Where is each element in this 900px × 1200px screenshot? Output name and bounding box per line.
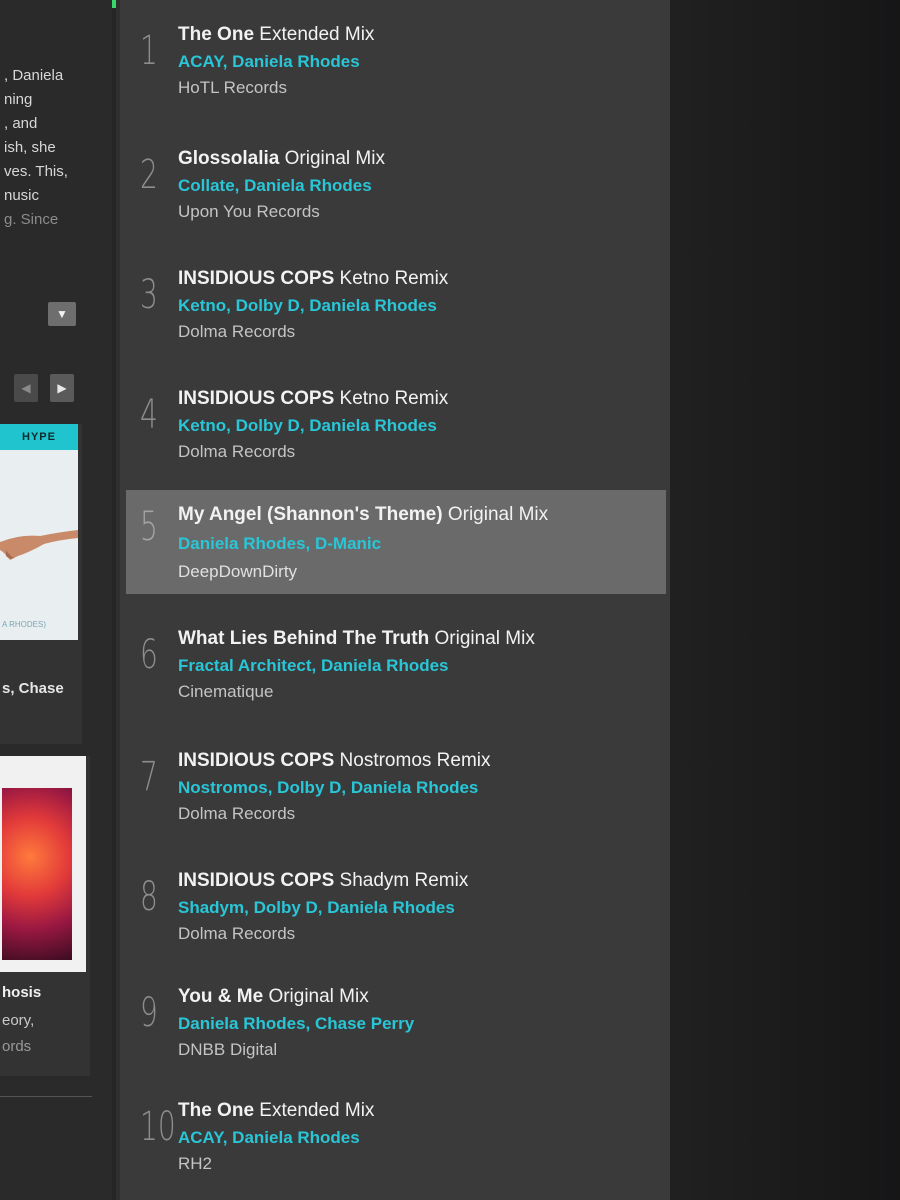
track-row[interactable]: 7 INSIDIOUS COPS Nostromos Remix Nostrom… bbox=[126, 748, 666, 848]
chevron-down-icon: ▼ bbox=[56, 307, 68, 321]
divider bbox=[0, 1096, 92, 1097]
track-artists[interactable]: Nostromos, Dolby D, Daniela Rhodes bbox=[178, 778, 478, 798]
bio-line: ves. This, bbox=[4, 163, 68, 180]
track-label[interactable]: HoTL Records bbox=[178, 78, 287, 98]
track-row[interactable]: 6 What Lies Behind The Truth Original Mi… bbox=[126, 626, 666, 726]
release-artwork: HYPE A RHODES) bbox=[0, 424, 78, 640]
track-artists[interactable]: ACAY, Daniela Rhodes bbox=[178, 52, 360, 72]
track-title[interactable]: You & Me Original Mix bbox=[178, 986, 369, 1008]
track-artists[interactable]: Fractal Architect, Daniela Rhodes bbox=[178, 656, 449, 676]
track-title[interactable]: The One Extended Mix bbox=[178, 1100, 374, 1122]
track-row[interactable]: 10 The One Extended Mix ACAY, Daniela Rh… bbox=[126, 1098, 666, 1198]
track-label[interactable]: Cinematique bbox=[178, 682, 273, 702]
track-artists[interactable]: Ketno, Dolby D, Daniela Rhodes bbox=[178, 416, 437, 436]
release-card[interactable]: HYPE A RHODES) s, Chase bbox=[0, 424, 82, 744]
bio-line: ning bbox=[4, 91, 33, 108]
track-title[interactable]: INSIDIOUS COPS Ketno Remix bbox=[178, 268, 448, 290]
track-row[interactable]: 3 INSIDIOUS COPS Ketno Remix Ketno, Dolb… bbox=[126, 266, 666, 366]
artist-sidebar: , Daniela ning , and ish, she ves. This,… bbox=[0, 0, 112, 1200]
track-artists[interactable]: Daniela Rhodes, D-Manic bbox=[178, 534, 381, 554]
track-artists[interactable]: Collate, Daniela Rhodes bbox=[178, 176, 372, 196]
track-artists[interactable]: ACAY, Daniela Rhodes bbox=[178, 1128, 360, 1148]
track-number: 9 bbox=[140, 990, 158, 1036]
release-label[interactable]: ords bbox=[2, 1038, 31, 1055]
track-row[interactable]: 4 INSIDIOUS COPS Ketno Remix Ketno, Dolb… bbox=[126, 386, 666, 486]
chevron-left-icon: ◀ bbox=[21, 381, 31, 395]
bio-line: ish, she bbox=[4, 139, 56, 156]
bio-line: , Daniela bbox=[4, 67, 64, 84]
bio-line: nusic bbox=[4, 187, 40, 204]
release-title[interactable]: hosis bbox=[2, 984, 41, 1001]
track-title[interactable]: INSIDIOUS COPS Shadym Remix bbox=[178, 870, 468, 892]
track-label[interactable]: RH2 bbox=[178, 1154, 212, 1174]
track-label[interactable]: Dolma Records bbox=[178, 804, 295, 824]
track-label[interactable]: Dolma Records bbox=[178, 322, 295, 342]
track-row[interactable]: 1 The One Extended Mix ACAY, Daniela Rho… bbox=[126, 22, 666, 122]
track-number: 7 bbox=[140, 754, 158, 800]
track-title[interactable]: INSIDIOUS COPS Ketno Remix bbox=[178, 388, 448, 410]
expand-bio-button[interactable]: ▼ bbox=[48, 302, 76, 326]
track-label[interactable]: Dolma Records bbox=[178, 442, 295, 462]
track-label[interactable]: DNBB Digital bbox=[178, 1040, 277, 1060]
track-title[interactable]: The One Extended Mix bbox=[178, 24, 374, 46]
release-card[interactable]: hosis eory, ords bbox=[0, 756, 90, 1076]
track-title[interactable]: My Angel (Shannon's Theme) Original Mix bbox=[178, 504, 548, 526]
track-row[interactable]: 8 INSIDIOUS COPS Shadym Remix Shadym, Do… bbox=[126, 868, 666, 968]
track-number: 2 bbox=[140, 152, 158, 198]
track-title[interactable]: INSIDIOUS COPS Nostromos Remix bbox=[178, 750, 491, 772]
divider bbox=[116, 0, 120, 1200]
track-number: 10 bbox=[140, 1104, 176, 1150]
release-artwork bbox=[0, 756, 86, 972]
artwork-caption: A RHODES) bbox=[2, 620, 47, 629]
track-number: 3 bbox=[140, 272, 158, 318]
track-row-selected[interactable]: 5 My Angel (Shannon's Theme) Original Mi… bbox=[126, 490, 666, 594]
track-number: 6 bbox=[140, 632, 158, 678]
track-row[interactable]: 2 Glossolalia Original Mix Collate, Dani… bbox=[126, 146, 666, 246]
chevron-right-icon: ▶ bbox=[57, 381, 67, 395]
bio-line: , and bbox=[4, 115, 38, 132]
artist-bio: , Daniela ning , and ish, she ves. This,… bbox=[4, 64, 104, 232]
track-title[interactable]: What Lies Behind The Truth Original Mix bbox=[178, 628, 535, 650]
track-number: 4 bbox=[140, 392, 158, 438]
track-number: 8 bbox=[140, 874, 158, 920]
top-tracks-list: 1 The One Extended Mix ACAY, Daniela Rho… bbox=[116, 0, 670, 1200]
track-number: 5 bbox=[140, 504, 158, 550]
track-artists[interactable]: Ketno, Dolby D, Daniela Rhodes bbox=[178, 296, 437, 316]
track-label[interactable]: Dolma Records bbox=[178, 924, 295, 944]
track-title[interactable]: Glossolalia Original Mix bbox=[178, 148, 385, 170]
track-artists[interactable]: Shadym, Dolby D, Daniela Rhodes bbox=[178, 898, 455, 918]
next-button[interactable]: ▶ bbox=[50, 374, 74, 402]
track-artists[interactable]: Daniela Rhodes, Chase Perry bbox=[178, 1014, 414, 1034]
hype-badge: HYPE bbox=[0, 424, 78, 450]
artwork-image bbox=[2, 788, 72, 960]
track-number: 1 bbox=[140, 28, 158, 74]
artwork-hand-image bbox=[0, 530, 78, 560]
track-label[interactable]: Upon You Records bbox=[178, 202, 320, 222]
releases-pager: ◀ ▶ bbox=[0, 374, 90, 404]
previous-button[interactable]: ◀ bbox=[14, 374, 38, 402]
bio-line: g. Since bbox=[4, 211, 59, 228]
track-label[interactable]: DeepDownDirty bbox=[178, 562, 297, 582]
release-artists[interactable]: s, Chase bbox=[2, 680, 64, 697]
release-artists[interactable]: eory, bbox=[2, 1012, 34, 1029]
track-row[interactable]: 9 You & Me Original Mix Daniela Rhodes, … bbox=[126, 984, 666, 1084]
